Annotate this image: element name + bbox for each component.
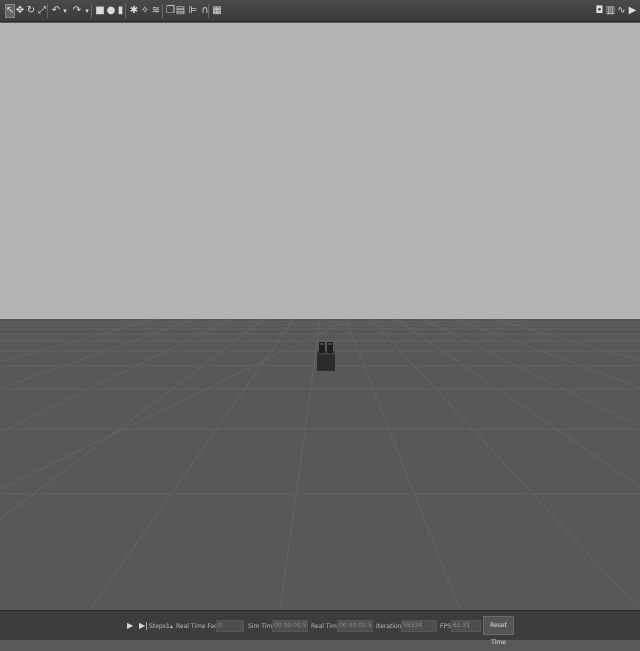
toolbar-separator	[162, 4, 163, 18]
grid-line	[0, 319, 156, 363]
grid-line	[0, 319, 195, 389]
change-view-tool-camera-view-icon[interactable]: ▦	[212, 4, 222, 18]
reset-time-button[interactable]: Reset Time	[483, 616, 514, 646]
time-panel: ▶ ▶| Steps: 1 ▴ Real Time Factor: 0 Sim …	[0, 610, 640, 646]
grid-line	[0, 319, 265, 520]
sim-time-field: 00 00:01:58.334	[272, 620, 308, 632]
grid-line	[89, 319, 295, 610]
box-tool-box-shape-icon[interactable]: ■	[95, 4, 105, 18]
point-light-tool-point-light-icon[interactable]: ✱	[129, 4, 139, 18]
grid-line	[279, 319, 321, 610]
undo-tool-undo-icon[interactable]: ↶	[51, 4, 61, 18]
main-toolbar: ↖ ✥ ↻ ⤢ ↶ ▾ ↷ ▾ ■ ● ▮ ✱ ✧ ≋ ❐ ▤ ⊫ ∩ ▦ ◘ ▥ ∿ ▶	[0, 0, 640, 22]
toolbar-separator	[91, 4, 92, 18]
rotate-tool-rotate-icon[interactable]: ↻	[26, 4, 36, 18]
toolbar-separator	[208, 4, 209, 18]
cylinder-tool-cylinder-shape-icon[interactable]: ▮	[116, 4, 125, 18]
fps-field: 62.31	[451, 620, 481, 632]
translate-tool-move-icon[interactable]: ✥	[15, 4, 25, 18]
step-button[interactable]: ▶|	[139, 621, 148, 631]
undo-menu-tool-chevron-down-icon[interactable]: ▾	[62, 4, 68, 18]
grid-line	[370, 319, 640, 610]
plot-icon[interactable]: ∿	[617, 4, 626, 18]
camera-icon[interactable]: ◘	[595, 4, 604, 18]
grid-line	[493, 319, 640, 361]
align-tool-align-icon[interactable]: ⊫	[188, 4, 198, 18]
grid-line	[395, 319, 640, 487]
directional-light-tool-directional-light-icon[interactable]: ≋	[151, 4, 161, 18]
grid-line	[454, 319, 640, 389]
select-tool-arrow-cursor-icon[interactable]: ↖	[5, 4, 15, 18]
grid-line	[345, 319, 461, 610]
play-button[interactable]: ▶	[127, 621, 133, 631]
log-icon[interactable]: ▥	[606, 4, 615, 18]
steps-label: Steps:	[149, 623, 168, 630]
real-time-field: 00 00:01:59.640	[337, 620, 373, 632]
toolbar-separator	[47, 4, 48, 18]
real-time-factor-field: 0	[216, 620, 244, 632]
redo-menu-tool-chevron-down-icon[interactable]: ▾	[84, 4, 90, 18]
copy-tool-copy-icon[interactable]: ❐	[166, 4, 175, 18]
steps-chevron-icon[interactable]: ▴	[170, 623, 173, 630]
paste-tool-paste-icon[interactable]: ▤	[176, 4, 185, 18]
iterations-field: 58334	[401, 620, 437, 632]
redo-tool-redo-icon[interactable]: ↷	[72, 4, 82, 18]
toolbar-separator	[125, 4, 126, 18]
sky	[0, 23, 640, 319]
grid-line	[0, 319, 231, 434]
scale-tool-scale-icon[interactable]: ⤢	[37, 4, 47, 18]
3d-viewport[interactable]	[0, 23, 640, 610]
spot-light-tool-spot-light-icon[interactable]: ✧	[140, 4, 150, 18]
sphere-tool-sphere-shape-icon[interactable]: ●	[106, 4, 116, 18]
video-record-icon[interactable]: ▶	[628, 4, 637, 18]
robot-model[interactable]	[316, 342, 336, 371]
